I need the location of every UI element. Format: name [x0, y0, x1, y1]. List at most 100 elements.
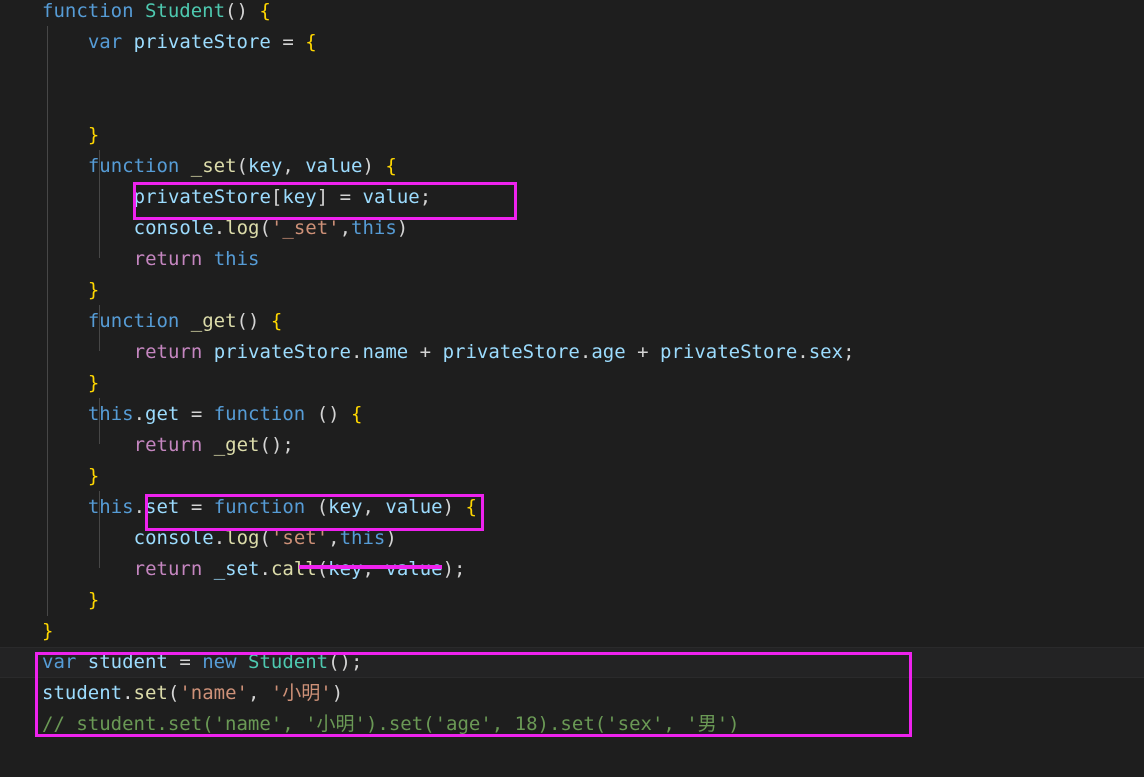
code-token-identifier: function: [213, 496, 306, 518]
code-token-punctuation: [42, 527, 53, 549]
code-line-24[interactable]: // student.set('name', '小明').set('age', …: [0, 709, 1144, 740]
code-token-punctuation: [65, 527, 76, 549]
code-token-punctuation: [42, 155, 53, 177]
code-line-13[interactable]: }: [0, 368, 1144, 399]
code-token-brace: {: [351, 403, 363, 425]
code-token-punctuation: [42, 372, 53, 394]
code-token-punctuation: ): [396, 217, 409, 239]
code-token-punctuation: [294, 31, 305, 53]
code-token-punctuation: [454, 496, 465, 518]
code-line-26[interactable]: console.log(student.get());: [0, 771, 1144, 777]
code-line-11[interactable]: function _get() {: [0, 306, 1144, 337]
code-token-identifier: function: [213, 403, 306, 425]
code-token-punctuation: [99, 186, 110, 208]
code-token-identifier: get: [145, 403, 180, 425]
code-token-punctuation: [248, 0, 259, 22]
code-line-2[interactable]: var privateStore = {: [0, 27, 1144, 58]
code-token-punctuation: [65, 155, 76, 177]
code-token-identifier: Student: [144, 0, 226, 22]
code-token-punctuation: ): [442, 558, 455, 580]
code-token-punctuation: [42, 186, 53, 208]
code-token-punctuation: [76, 124, 87, 146]
code-token-punctuation: [76, 372, 87, 394]
code-token-identifier: console: [133, 527, 214, 549]
code-token-punctuation: .: [259, 558, 271, 580]
code-token-punctuation: ): [236, 0, 248, 22]
code-token-punctuation: (: [316, 403, 329, 425]
code-line-9[interactable]: return this: [0, 244, 1144, 275]
code-line-1[interactable]: function Student() {: [0, 0, 1144, 27]
code-token-punctuation: [42, 496, 53, 518]
code-line-14[interactable]: this.get = function () {: [0, 399, 1144, 430]
code-token-punctuation: [42, 589, 53, 611]
code-token-comment: // student.set('name', '小明').set('age', …: [42, 713, 740, 735]
code-line-7[interactable]: privateStore[key] = value;: [0, 182, 1144, 213]
code-line-21[interactable]: }: [0, 616, 1144, 647]
code-token-punctuation: [237, 651, 248, 673]
code-token-brace: }: [87, 124, 100, 146]
code-line-text: this.set = function (key, value) {: [0, 492, 477, 523]
code-line-15[interactable]: return _get();: [0, 430, 1144, 461]
code-token-punctuation: [65, 558, 76, 580]
code-token-punctuation: [42, 124, 53, 146]
code-line-19[interactable]: return _set.call(key, value);: [0, 554, 1144, 585]
code-line-18[interactable]: console.log('set',this): [0, 523, 1144, 554]
code-token-punctuation: [65, 589, 76, 611]
code-token-identifier: return: [133, 558, 203, 580]
code-token-punctuation: [53, 589, 64, 611]
code-line-12[interactable]: return privateStore.name + privateStore.…: [0, 337, 1144, 368]
code-token-punctuation: [42, 403, 53, 425]
code-token-punctuation: [76, 341, 87, 363]
code-token-punctuation: [168, 651, 179, 673]
code-token-punctuation: [53, 279, 64, 301]
code-line-4[interactable]: [0, 89, 1144, 120]
code-token-punctuation: [42, 341, 53, 363]
code-token-punctuation: [: [270, 186, 283, 208]
code-token-punctuation: [53, 496, 64, 518]
code-line-22[interactable]: var student = new Student();: [0, 647, 1144, 678]
code-token-punctuation: ,: [328, 527, 340, 549]
code-token-identifier: function: [87, 310, 180, 332]
code-surface[interactable]: function Student() { var privateStore = …: [0, 0, 1144, 777]
code-line-25[interactable]: [0, 740, 1144, 771]
code-token-identifier: log: [225, 527, 260, 549]
code-line-text: }: [0, 461, 99, 492]
code-token-punctuation: [53, 248, 64, 270]
code-token-identifier: this: [87, 403, 134, 425]
code-line-6[interactable]: function _set(key, value) {: [0, 151, 1144, 182]
code-token-punctuation: [53, 434, 64, 456]
code-token-identifier: set: [133, 682, 168, 704]
code-line-text: return _set.call(key, value);: [0, 554, 466, 585]
code-token-punctuation: [99, 434, 110, 456]
code-token-punctuation: [99, 341, 110, 363]
code-line-10[interactable]: }: [0, 275, 1144, 306]
code-editor[interactable]: function Student() { var privateStore = …: [0, 0, 1144, 777]
code-token-identifier: var: [87, 31, 123, 53]
code-line-23[interactable]: student.set('name', '小明'): [0, 678, 1144, 709]
code-token-punctuation: [179, 496, 190, 518]
code-token-punctuation: [202, 341, 213, 363]
code-token-punctuation: [191, 651, 202, 673]
code-token-punctuation: [202, 434, 213, 456]
code-token-punctuation: [42, 279, 53, 301]
code-line-20[interactable]: }: [0, 585, 1144, 616]
code-line-17[interactable]: this.set = function (key, value) {: [0, 492, 1144, 523]
code-token-identifier: function: [87, 155, 180, 177]
code-token-punctuation: [42, 217, 53, 239]
code-token-punctuation: [65, 310, 76, 332]
code-line-3[interactable]: [0, 58, 1144, 89]
code-token-punctuation: ): [248, 310, 260, 332]
code-token-punctuation: ): [270, 434, 283, 456]
code-token-punctuation: =: [339, 186, 352, 208]
code-token-punctuation: [99, 527, 110, 549]
code-token-punctuation: ,: [247, 682, 260, 704]
code-line-text: return this: [0, 244, 260, 275]
code-line-text: return _get();: [0, 430, 294, 461]
code-token-identifier: this: [351, 217, 397, 239]
code-line-16[interactable]: }: [0, 461, 1144, 492]
code-line-text: privateStore[key] = value;: [0, 182, 432, 213]
code-line-5[interactable]: }: [0, 120, 1144, 151]
code-token-punctuation: [65, 279, 76, 301]
code-line-8[interactable]: console.log('_set',this): [0, 213, 1144, 244]
code-token-punctuation: [76, 403, 87, 425]
